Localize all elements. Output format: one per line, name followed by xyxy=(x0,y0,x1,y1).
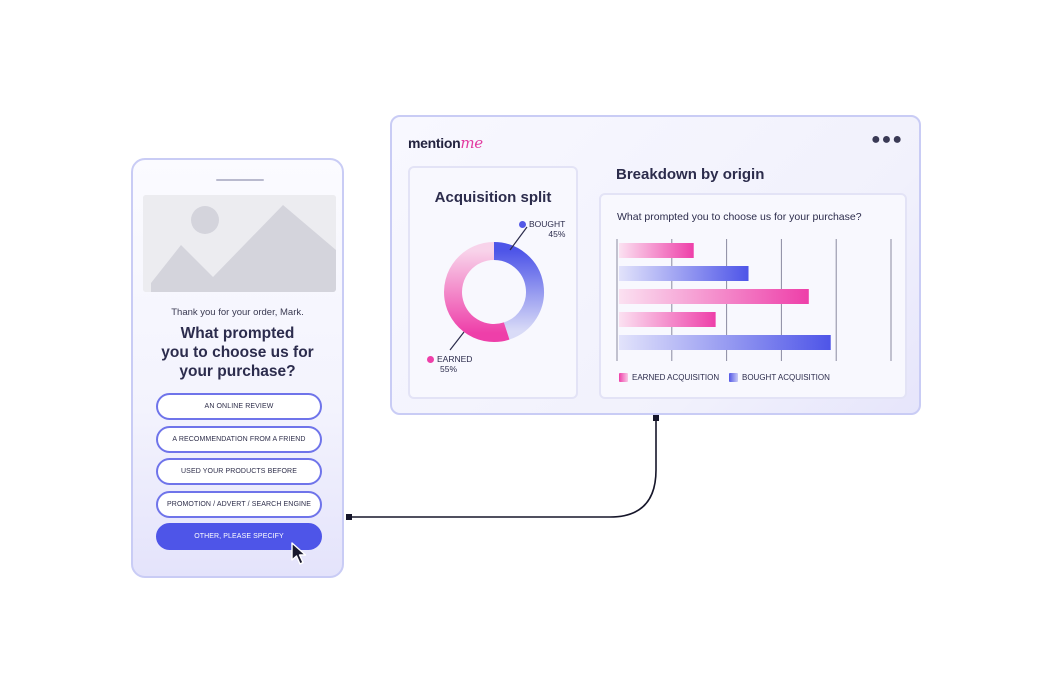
legend-earned: EARNED ACQUISITION xyxy=(619,373,719,382)
thank-you-text: Thank you for your order, Mark. xyxy=(171,307,304,318)
dashboard-window: mentionme ●●● Acquisition split BOUGHT 4… xyxy=(390,115,921,415)
logo-text: mention xyxy=(408,135,461,151)
survey-option-button[interactable]: AN ONLINE REVIEW xyxy=(156,393,322,420)
survey-option-button[interactable]: PROMOTION / ADVERT / SEARCH ENGINE xyxy=(156,490,322,518)
earned-dot xyxy=(427,356,434,364)
logo-accent: me xyxy=(460,134,483,152)
more-horizontal-icon[interactable]: ●●● xyxy=(871,131,903,149)
donut-slice-earned xyxy=(444,242,510,342)
donut-slice-bought xyxy=(493,242,544,340)
phone-notch xyxy=(216,179,264,181)
bar-earned xyxy=(619,243,694,258)
bought-dot xyxy=(519,221,526,229)
bar-earned xyxy=(619,289,809,304)
earned-name: EARNED xyxy=(437,354,473,364)
earned-leader-line xyxy=(449,331,465,351)
survey-option-button[interactable]: USED YOUR PRODUCTS BEFORE xyxy=(156,458,322,485)
earned-value: 55% xyxy=(440,364,458,374)
mouse-pointer-icon xyxy=(291,542,307,565)
bought-label: BOUGHT 45% xyxy=(519,219,565,239)
image-placeholder-icon xyxy=(143,195,336,292)
legend-bought-swatch xyxy=(729,373,738,382)
legend-earned-label: EARNED ACQUISITION xyxy=(632,373,720,382)
bar-bought xyxy=(619,335,831,350)
bar-chart xyxy=(616,239,892,361)
legend-earned-swatch xyxy=(619,373,628,382)
survey-question: What prompted you to choose us for your … xyxy=(161,325,314,380)
acquisition-split-card: Acquisition split BOUGHT 45% EARNED 55% xyxy=(408,166,578,399)
breakdown-title: Breakdown by origin xyxy=(616,166,765,183)
phone-survey: Thank you for your order, Mark. What pro… xyxy=(131,158,344,578)
bought-value: 45% xyxy=(548,229,566,239)
legend-bought: BOUGHT ACQUISITION xyxy=(729,373,830,382)
legend-bought-label: BOUGHT ACQUISITION xyxy=(742,373,830,382)
bar-bought xyxy=(619,266,749,281)
mention-me-logo: mentionme xyxy=(408,134,483,152)
survey-option-button[interactable]: A RECOMMENDATION FROM A FRIEND xyxy=(156,425,322,453)
bar-earned xyxy=(619,312,716,327)
bought-name: BOUGHT xyxy=(529,219,566,229)
breakdown-card: What prompted you to choose us for your … xyxy=(599,193,907,399)
earned-label: EARNED 55% xyxy=(427,354,472,374)
